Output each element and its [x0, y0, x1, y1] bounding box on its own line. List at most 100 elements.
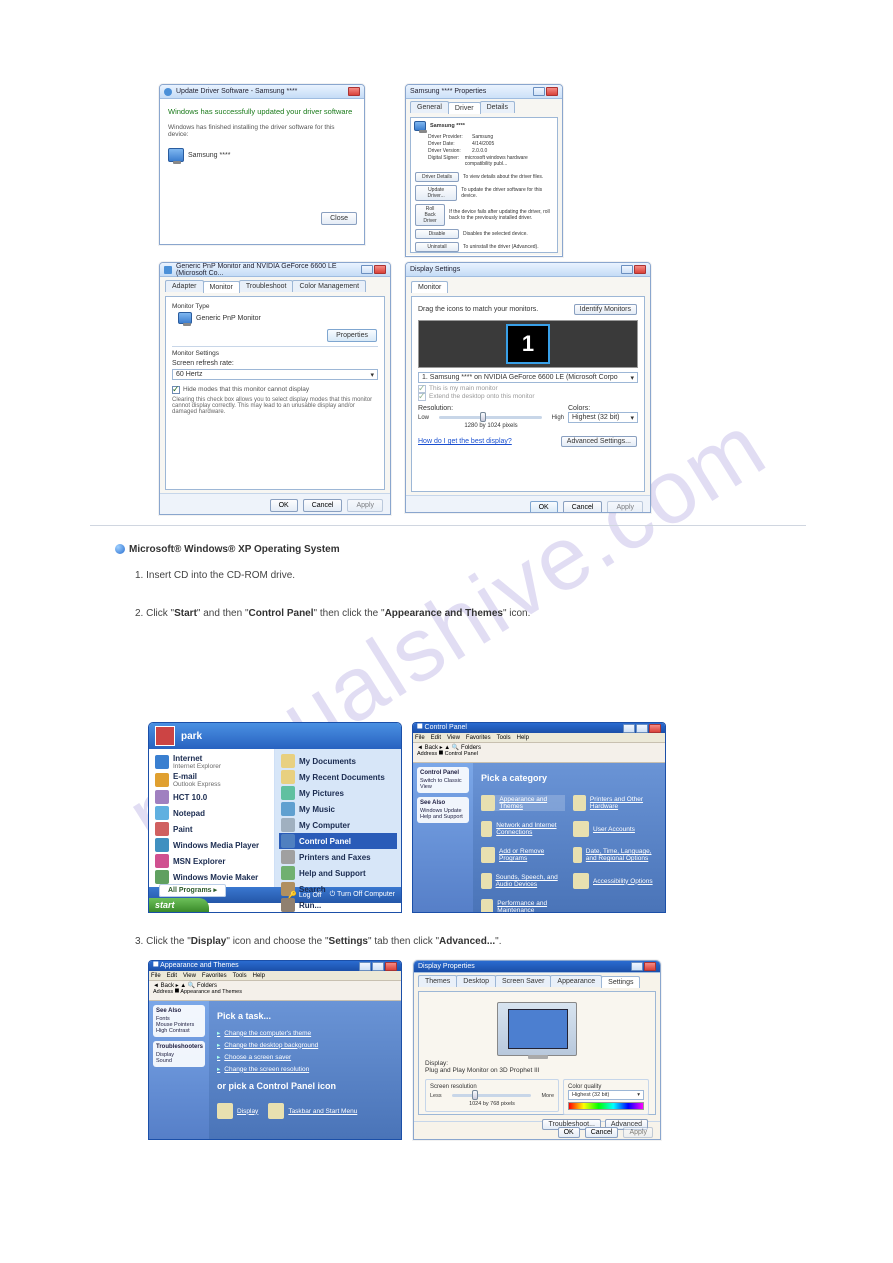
menu-item[interactable]: Favorites [202, 973, 227, 979]
start-item[interactable]: InternetInternet Explorer [153, 753, 270, 771]
menu-item[interactable]: View [183, 973, 196, 979]
category-item[interactable]: Date, Time, Language, and Regional Optio… [573, 847, 657, 863]
tab-details[interactable]: Details [480, 101, 515, 113]
menu-item[interactable]: Edit [167, 973, 177, 979]
tab-appearance[interactable]: Appearance [550, 975, 602, 987]
monitor-layout-area[interactable]: 1 [418, 320, 638, 368]
close-icon[interactable] [644, 962, 656, 971]
all-programs-button[interactable]: All Programs ▸ [159, 884, 226, 897]
start-item[interactable]: My Recent Documents [279, 769, 397, 785]
colors-select[interactable]: Highest (32 bit)▾ [568, 412, 638, 423]
cancel-button[interactable]: Cancel [303, 499, 343, 512]
category-item[interactable]: Accessibility Options [573, 873, 657, 889]
tab-screen-saver[interactable]: Screen Saver [495, 975, 551, 987]
logoff-button[interactable]: 🔑 Log Off [288, 891, 322, 899]
tab-driver[interactable]: Driver [448, 102, 481, 114]
refresh-rate-select[interactable]: 60 Hertz▾ [172, 369, 378, 380]
ok-button[interactable]: OK [558, 1127, 580, 1138]
cp-icon-item[interactable]: Taskbar and Start Menu [268, 1103, 357, 1119]
monitor-select[interactable]: 1. Samsung **** on NVIDIA GeForce 6600 L… [418, 372, 638, 383]
turnoff-button[interactable]: ⏻ Turn Off Computer [330, 891, 395, 899]
category-item[interactable]: User Accounts [573, 821, 657, 837]
ok-button[interactable]: OK [530, 501, 558, 513]
help-icon[interactable] [533, 87, 545, 96]
menu-item[interactable]: View [447, 735, 460, 741]
start-item[interactable]: My Pictures [279, 785, 397, 801]
category-item[interactable]: Add or Remove Programs [481, 847, 565, 863]
start-item[interactable]: MSN Explorer [153, 853, 270, 869]
close-icon[interactable] [348, 87, 360, 96]
menu-item[interactable]: File [415, 735, 425, 741]
color-quality-select[interactable]: Highest (32 bit)▾ [568, 1090, 644, 1100]
category-item[interactable]: Sounds, Speech, and Audio Devices [481, 873, 565, 889]
cancel-button[interactable]: Cancel [563, 501, 603, 513]
start-button[interactable]: start [149, 898, 209, 912]
menu-item[interactable]: Tools [233, 973, 247, 979]
driver-action-button[interactable]: Update Driver... [415, 185, 457, 201]
sidebar-item[interactable]: High Contrast [156, 1028, 202, 1034]
start-item[interactable]: Control Panel [279, 833, 397, 849]
identify-monitors-button[interactable]: Identify Monitors [574, 304, 637, 315]
menu-item[interactable]: Favorites [466, 735, 491, 741]
menu-item[interactable]: Tools [497, 735, 511, 741]
task-item[interactable]: ▸ Change the computer's theme [217, 1029, 393, 1037]
sidebar-item[interactable]: Help and Support [420, 814, 466, 820]
tab-adapter[interactable]: Adapter [165, 280, 204, 292]
task-item[interactable]: ▸ Choose a screen saver [217, 1053, 393, 1061]
tab-monitor[interactable]: Monitor [411, 281, 448, 293]
menu-item[interactable]: Help [253, 973, 265, 979]
close-icon[interactable] [546, 87, 558, 96]
resolution-slider[interactable] [452, 1094, 532, 1097]
sidebar-item-classic[interactable]: Switch to Classic View [420, 778, 466, 790]
tab-general[interactable]: General [410, 101, 449, 113]
start-item[interactable]: Notepad [153, 805, 270, 821]
driver-action-button[interactable]: Uninstall [415, 242, 459, 252]
start-item[interactable]: Windows Movie Maker [153, 869, 270, 885]
advanced-settings-button[interactable]: Advanced Settings... [561, 436, 637, 447]
category-item[interactable]: Network and Internet Connections [481, 821, 565, 837]
category-item[interactable]: Appearance and Themes [481, 795, 565, 811]
tab-color-mgmt[interactable]: Color Management [292, 280, 366, 292]
start-item[interactable]: My Music [279, 801, 397, 817]
sidebar-item[interactable]: Sound [156, 1058, 202, 1064]
close-icon[interactable] [634, 265, 646, 274]
tab-monitor[interactable]: Monitor [203, 281, 240, 293]
close-icon[interactable] [374, 265, 386, 274]
properties-button[interactable]: Properties [327, 329, 377, 342]
start-item[interactable]: My Documents [279, 753, 397, 769]
start-item[interactable]: Printers and Faxes [279, 849, 397, 865]
task-item[interactable]: ▸ Change the desktop background [217, 1041, 393, 1049]
close-icon[interactable] [649, 724, 661, 733]
driver-action-button[interactable]: Disable [415, 229, 459, 239]
start-item[interactable]: HCT 10.0 [153, 789, 270, 805]
start-item[interactable]: Help and Support [279, 865, 397, 881]
menu-item[interactable]: Help [517, 735, 529, 741]
menu-item[interactable]: Edit [431, 735, 441, 741]
category-item[interactable]: Printers and Other Hardware [573, 795, 657, 811]
menu-item[interactable]: File [151, 973, 161, 979]
cancel-button[interactable]: Cancel [585, 1127, 619, 1138]
start-item[interactable]: Run... [279, 897, 397, 913]
tab-settings[interactable]: Settings [601, 976, 640, 988]
tab-troubleshoot[interactable]: Troubleshoot [239, 280, 294, 292]
ok-button[interactable]: OK [270, 499, 298, 512]
tab-themes[interactable]: Themes [418, 975, 457, 987]
cp-icon-item[interactable]: Display [217, 1103, 258, 1119]
start-item[interactable]: Windows Media Player [153, 837, 270, 853]
driver-action-button[interactable]: Roll Back Driver [415, 204, 445, 226]
close-button[interactable]: Close [321, 212, 357, 225]
start-item[interactable]: E-mailOutlook Express [153, 771, 270, 789]
help-icon[interactable] [621, 265, 633, 274]
start-item[interactable]: My Computer [279, 817, 397, 833]
resolution-slider[interactable] [439, 416, 542, 419]
driver-action-button[interactable]: Driver Details [415, 172, 459, 182]
best-display-link[interactable]: How do I get the best display? [418, 438, 512, 445]
category-item[interactable]: Performance and Maintenance [481, 899, 565, 913]
help-icon[interactable] [361, 265, 373, 274]
task-item[interactable]: ▸ Change the screen resolution [217, 1065, 393, 1073]
tab-desktop[interactable]: Desktop [456, 975, 496, 987]
help-icon[interactable] [631, 962, 643, 971]
monitor-1-icon[interactable]: 1 [506, 324, 550, 364]
start-item[interactable]: Paint [153, 821, 270, 837]
hide-modes-checkbox[interactable] [172, 386, 180, 394]
